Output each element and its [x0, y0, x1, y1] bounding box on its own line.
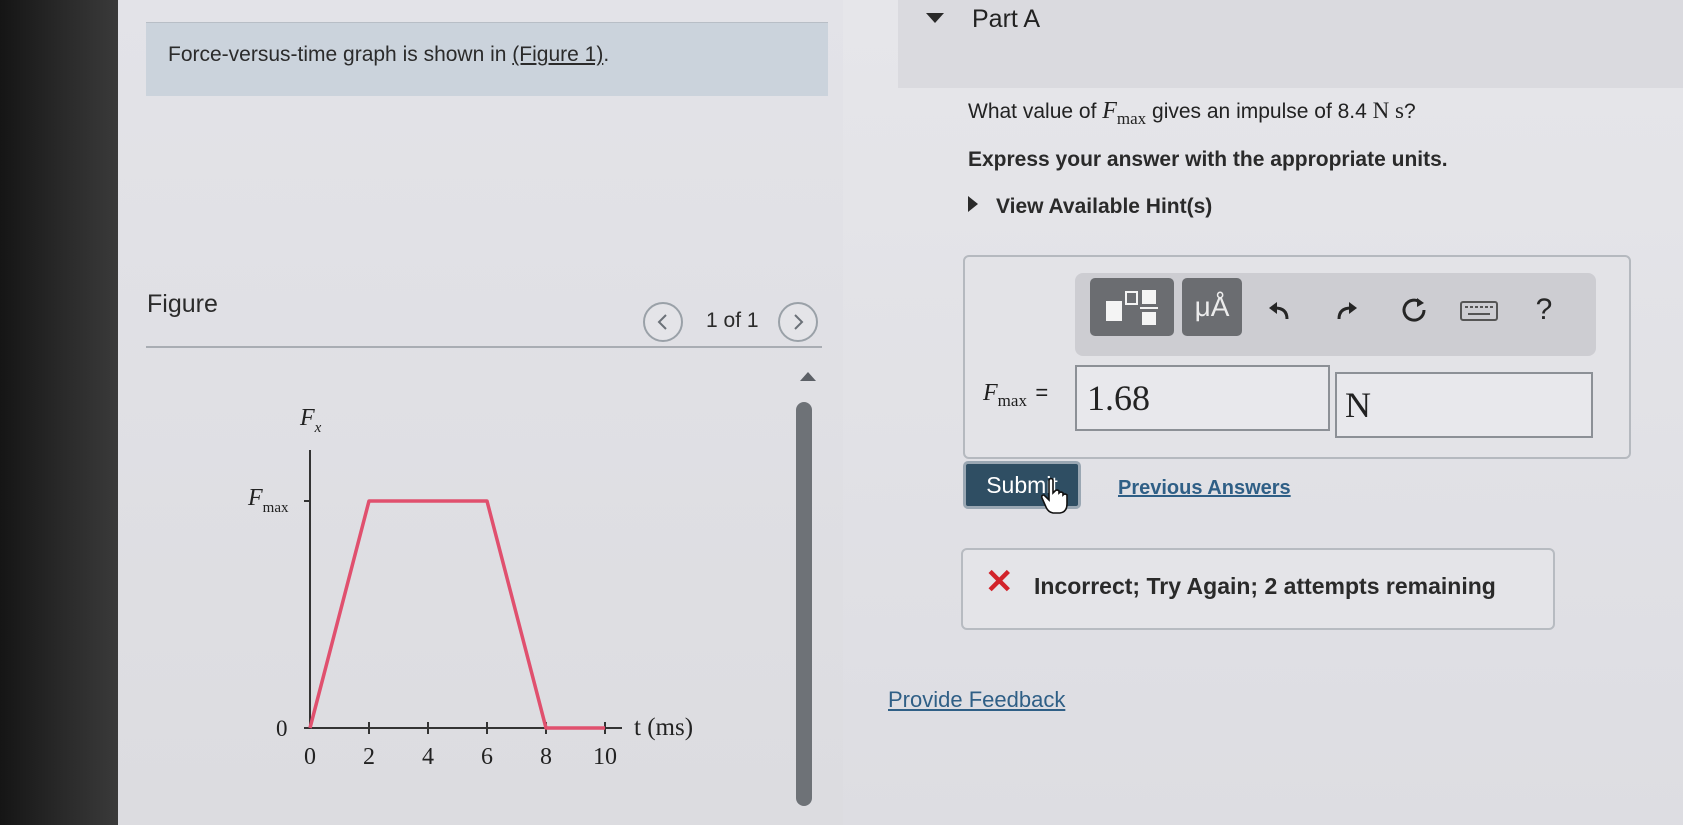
undo-button[interactable] [1260, 290, 1300, 330]
reset-button[interactable] [1394, 290, 1434, 330]
undo-icon [1269, 302, 1289, 320]
intro-banner: Force-versus-time graph is shown in (Fig… [146, 22, 828, 96]
chevron-left-icon [657, 314, 667, 330]
redo-icon [1337, 302, 1357, 320]
redo-button[interactable] [1326, 290, 1366, 330]
ytick-label-fmax: Fmax [247, 485, 289, 516]
hint-caret-icon[interactable] [968, 196, 978, 212]
scrollbar-thumb[interactable] [796, 402, 812, 806]
xtick-label-8: 8 [540, 744, 552, 770]
collapse-caret-icon[interactable] [926, 13, 944, 23]
units-button[interactable]: μÅ [1182, 278, 1242, 336]
keyboard-button[interactable] [1458, 295, 1500, 327]
figure-pager: 1 of 1 [706, 309, 759, 332]
intro-text: Force-versus-time graph is shown in (Fig… [168, 43, 610, 66]
answer-value-input[interactable]: 1.68 [1075, 365, 1330, 431]
answer-unit-input[interactable]: N [1335, 372, 1593, 438]
fraction-template-icon [1106, 290, 1158, 325]
figure-heading: Figure [147, 290, 218, 318]
x-icon: ✕ [985, 563, 1014, 601]
xtick-label-2: 2 [363, 744, 375, 770]
scroll-up-arrow[interactable] [800, 372, 816, 381]
xtick-label-6: 6 [481, 744, 493, 770]
hand-cursor-icon [1040, 477, 1068, 514]
screen-bezel [0, 0, 118, 825]
view-hints-link[interactable]: View Available Hint(s) [996, 195, 1212, 219]
force-time-graph: 0 2 4 6 8 10 Fx Fmax 0 t (ms) [247, 405, 693, 770]
xtick-label-10: 10 [593, 744, 617, 770]
provide-feedback-link[interactable]: Provide Feedback [888, 687, 1065, 713]
force-series-line [308, 499, 605, 730]
feedback-text: Incorrect; Try Again; 2 attempts remaini… [1034, 573, 1496, 599]
xtick-label-4: 4 [422, 744, 434, 770]
reset-icon [1402, 298, 1426, 322]
instruction-text: Express your answer with the appropriate… [968, 148, 1448, 171]
keyboard-icon [1460, 301, 1498, 321]
x-axis-label: t (ms) [634, 714, 693, 741]
question-text: What value of Fmax gives an impulse of 8… [968, 98, 1416, 128]
part-title: Part A [972, 5, 1041, 33]
x-tick-labels: 0 2 4 6 8 10 [304, 744, 617, 770]
chevron-right-icon [794, 314, 804, 330]
figure-link[interactable]: (Figure 1) [512, 43, 603, 66]
answer-variable-label: Fmax = [983, 380, 1049, 410]
y-axis-label: Fx [299, 405, 322, 436]
help-button[interactable]: ? [1527, 290, 1561, 330]
figure-divider [146, 346, 822, 348]
prev-figure-button[interactable] [643, 302, 683, 342]
previous-answers-link[interactable]: Previous Answers [1118, 477, 1291, 500]
templates-button[interactable] [1090, 278, 1174, 336]
next-figure-button[interactable] [778, 302, 818, 342]
xtick-label-0: 0 [304, 744, 316, 770]
ytick-label-zero: 0 [276, 716, 288, 741]
